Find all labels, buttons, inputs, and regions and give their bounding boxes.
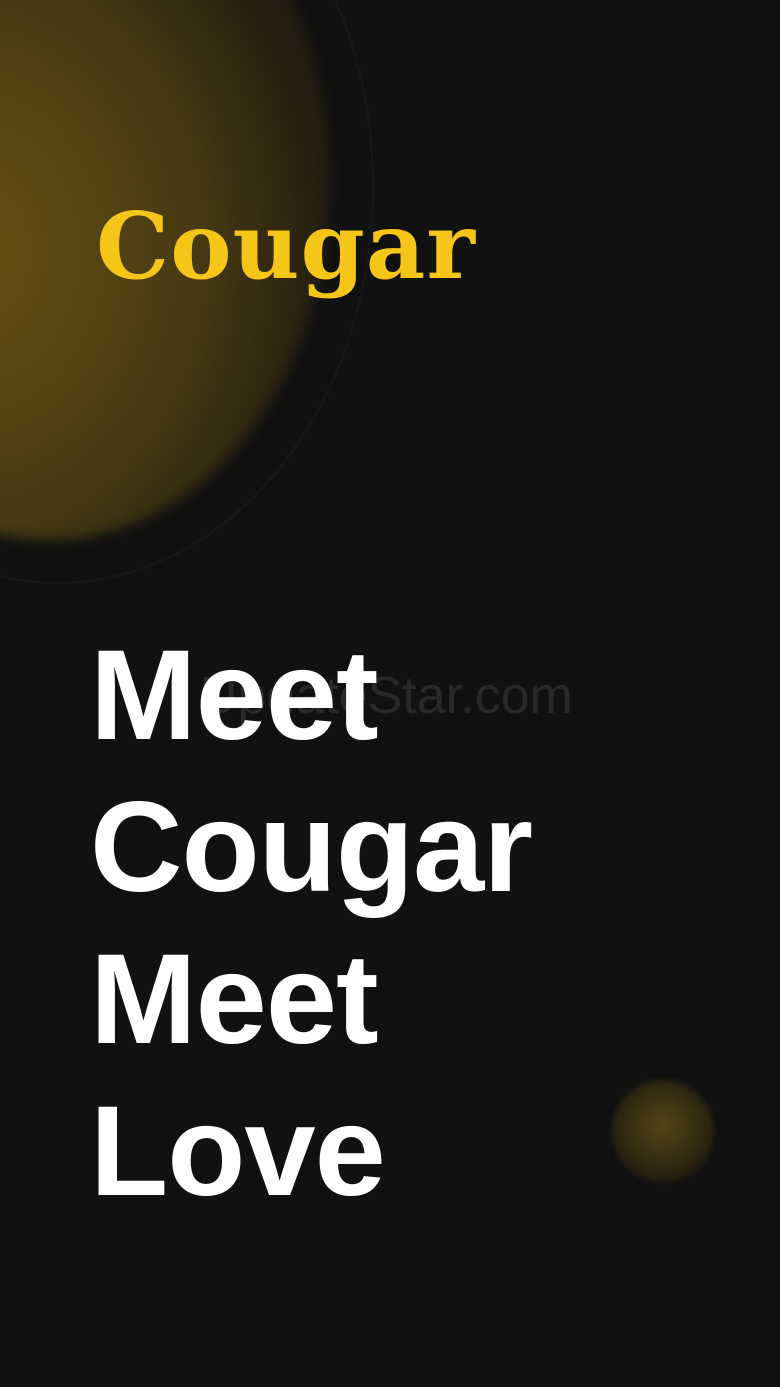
watermark: UpdateStar.com — [200, 667, 573, 725]
splash-screen: Cougar Meet Cougar Meet Love UpdateStar.… — [0, 0, 780, 1387]
tagline-line: Love — [90, 1080, 386, 1223]
decorative-glow-small — [612, 1080, 714, 1182]
brand-logo-text: Cougar — [96, 192, 476, 300]
tagline-line: Meet — [90, 928, 379, 1071]
tagline-line: Cougar — [90, 776, 533, 919]
